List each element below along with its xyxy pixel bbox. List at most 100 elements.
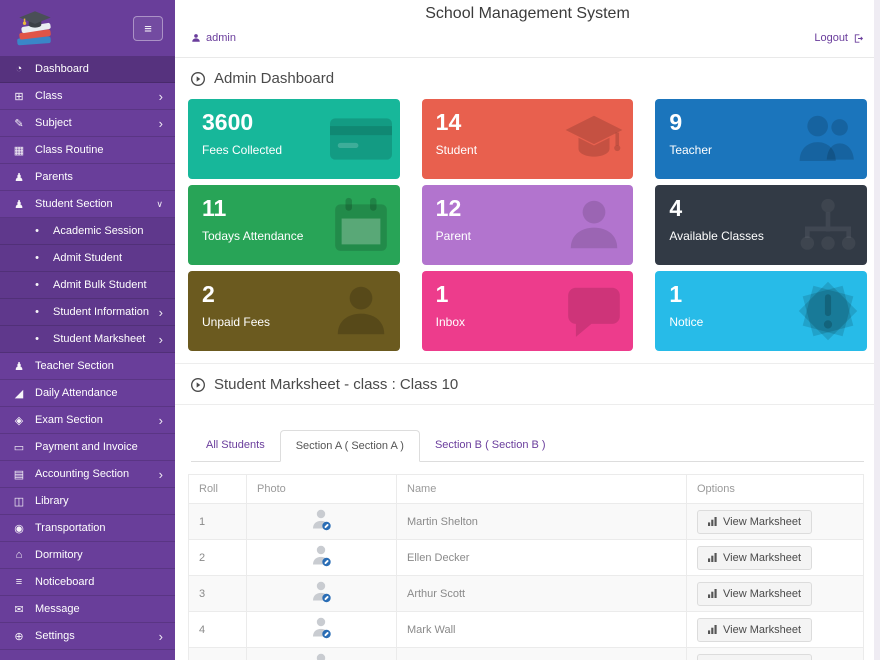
sidebar-item-admit-student[interactable]: Admit Student: [0, 245, 175, 272]
hamburger-menu-icon[interactable]: ≡: [133, 16, 163, 41]
marksheet-heading: Student Marksheet - class : Class 10: [175, 363, 880, 405]
sidebar-item-accounting-section[interactable]: Accounting Section: [0, 461, 175, 488]
sidebar-item-label: Payment and Invoice: [35, 441, 138, 453]
options-cell: View Marksheet: [687, 612, 864, 648]
stat-card-fees-collected[interactable]: 3600 Fees Collected: [188, 99, 400, 179]
tab-all-students[interactable]: All Students: [191, 430, 280, 461]
view-marksheet-button[interactable]: View Marksheet: [697, 510, 812, 534]
sidebar-item-subject[interactable]: Subject: [0, 110, 175, 137]
user-icon: [12, 171, 26, 184]
user-icon: [191, 33, 201, 43]
sidebar-item-payment-and-invoice[interactable]: Payment and Invoice: [0, 434, 175, 461]
stat-card-available-classes[interactable]: 4 Available Classes: [655, 185, 867, 265]
view-marksheet-button[interactable]: View Marksheet: [697, 582, 812, 606]
chevron-down-icon: [156, 199, 163, 210]
sidebar-item-label: Message: [35, 603, 80, 615]
sidebar-item-label: Class: [35, 90, 63, 102]
stat-cards: 3600 Fees Collected 14 Student: [175, 98, 880, 363]
sidebar-item-student-section[interactable]: Student Section: [0, 191, 175, 218]
tab-section-a[interactable]: Section A ( Section A ): [280, 430, 420, 462]
sidebar-item-daily-attendance[interactable]: Daily Attendance: [0, 380, 175, 407]
name-cell: Martin Shelton: [397, 504, 687, 540]
current-user[interactable]: admin: [191, 32, 236, 44]
sidebar-item-label: Dormitory: [35, 549, 83, 561]
stat-card-inbox[interactable]: 1 Inbox: [422, 271, 634, 351]
home-icon: [12, 549, 26, 561]
sidebar-item-class-routine[interactable]: Class Routine: [0, 137, 175, 164]
users-icon: [797, 108, 859, 170]
briefcase-icon: [12, 468, 26, 481]
sidebar-item-student-information[interactable]: Student Information: [0, 299, 175, 326]
scrollbar[interactable]: [874, 0, 880, 660]
view-marksheet-label: View Marksheet: [723, 624, 801, 636]
view-marksheet-button[interactable]: View Marksheet: [697, 546, 812, 570]
sidebar-item-message[interactable]: Message: [0, 596, 175, 623]
marksheet-table-container: Roll Photo Name Options 1 Martin Shelton: [188, 474, 864, 660]
sidebar-header: ≡: [0, 0, 175, 56]
view-marksheet-label: View Marksheet: [723, 588, 801, 600]
sidebar-item-transportation[interactable]: Transportation: [0, 515, 175, 542]
stat-card-todays-attendance[interactable]: 11 Todays Attendance: [188, 185, 400, 265]
school-logo: [12, 7, 58, 49]
tab-section-b[interactable]: Section B ( Section B ): [420, 430, 561, 461]
bar-chart-icon: [708, 589, 717, 598]
sidebar-item-parents[interactable]: Parents: [0, 164, 175, 191]
marksheet-tabs-container: All Students Section A ( Section A ) Sec…: [175, 430, 880, 462]
stat-card-unpaid-fees[interactable]: 2 Unpaid Fees: [188, 271, 400, 351]
stat-card-student[interactable]: 14 Student: [422, 99, 634, 179]
chevron-right-icon: [159, 629, 163, 644]
sidebar-item-library[interactable]: Library: [0, 488, 175, 515]
roll-cell: 2: [189, 540, 247, 576]
roll-cell: 3: [189, 576, 247, 612]
sidebar-item-label: Settings: [35, 630, 75, 642]
sidebar-item-label: Admit Bulk Student: [53, 279, 147, 291]
column-header-name: Name: [397, 475, 687, 504]
sidebar-item-academic-session[interactable]: Academic Session: [0, 218, 175, 245]
burst-exclamation-icon: [797, 280, 859, 342]
chevron-right-icon: [159, 467, 163, 482]
roll-cell: 1: [189, 504, 247, 540]
sitemap-icon: [797, 194, 859, 256]
photo-cell: [247, 540, 397, 576]
sidebar-item-admit-bulk-student[interactable]: Admit Bulk Student: [0, 272, 175, 299]
chevron-right-icon: [159, 332, 163, 347]
users-icon: [12, 198, 26, 211]
topbar: admin Logout: [175, 24, 880, 58]
sidebar-item-dashboard[interactable]: Dashboard: [0, 56, 175, 83]
list-icon: [12, 576, 26, 588]
view-marksheet-button[interactable]: View Marksheet: [697, 618, 812, 642]
sidebar-item-label: Accounting Section: [35, 468, 129, 480]
sidebar-item-teacher-section[interactable]: Teacher Section: [0, 353, 175, 380]
sidebar-item-dormitory[interactable]: Dormitory: [0, 542, 175, 569]
view-marksheet-button[interactable]: View Marksheet: [697, 654, 812, 660]
sidebar-item-student-marksheet[interactable]: Student Marksheet: [0, 326, 175, 353]
bullet-icon: [30, 279, 44, 291]
sidebar-item-exam-section[interactable]: Exam Section: [0, 407, 175, 434]
exam-icon: [12, 414, 26, 427]
sidebar-item-label: Subject: [35, 117, 72, 129]
logout-icon: [853, 33, 864, 44]
bullet-icon: [30, 252, 44, 264]
sidebar-item-label: Exam Section: [35, 414, 103, 426]
table-row: 2 Ellen Decker View Marksheet: [189, 540, 864, 576]
stat-card-teacher[interactable]: 9 Teacher: [655, 99, 867, 179]
stat-card-notice[interactable]: 1 Notice: [655, 271, 867, 351]
sidebar-item-class[interactable]: Class: [0, 83, 175, 110]
sidebar-item-noticeboard[interactable]: Noticeboard: [0, 569, 175, 596]
student-avatar: [311, 544, 333, 568]
name-cell: Ellen Decker: [397, 540, 687, 576]
logout-link[interactable]: Logout: [814, 32, 864, 44]
chart-icon: [12, 387, 26, 400]
credit-card-icon: [330, 108, 392, 170]
stat-card-parent[interactable]: 12 Parent: [422, 185, 634, 265]
calendar-icon: [330, 194, 392, 256]
name-cell: Arthur Scott: [397, 576, 687, 612]
page-title: School Management System: [175, 0, 880, 24]
chevron-right-icon: [159, 116, 163, 131]
subject-icon: [12, 117, 26, 130]
users-icon: [12, 360, 26, 373]
logout-label: Logout: [814, 32, 848, 44]
column-header-roll: Roll: [189, 475, 247, 504]
view-marksheet-label: View Marksheet: [723, 516, 801, 528]
sidebar-item-settings[interactable]: Settings: [0, 623, 175, 650]
